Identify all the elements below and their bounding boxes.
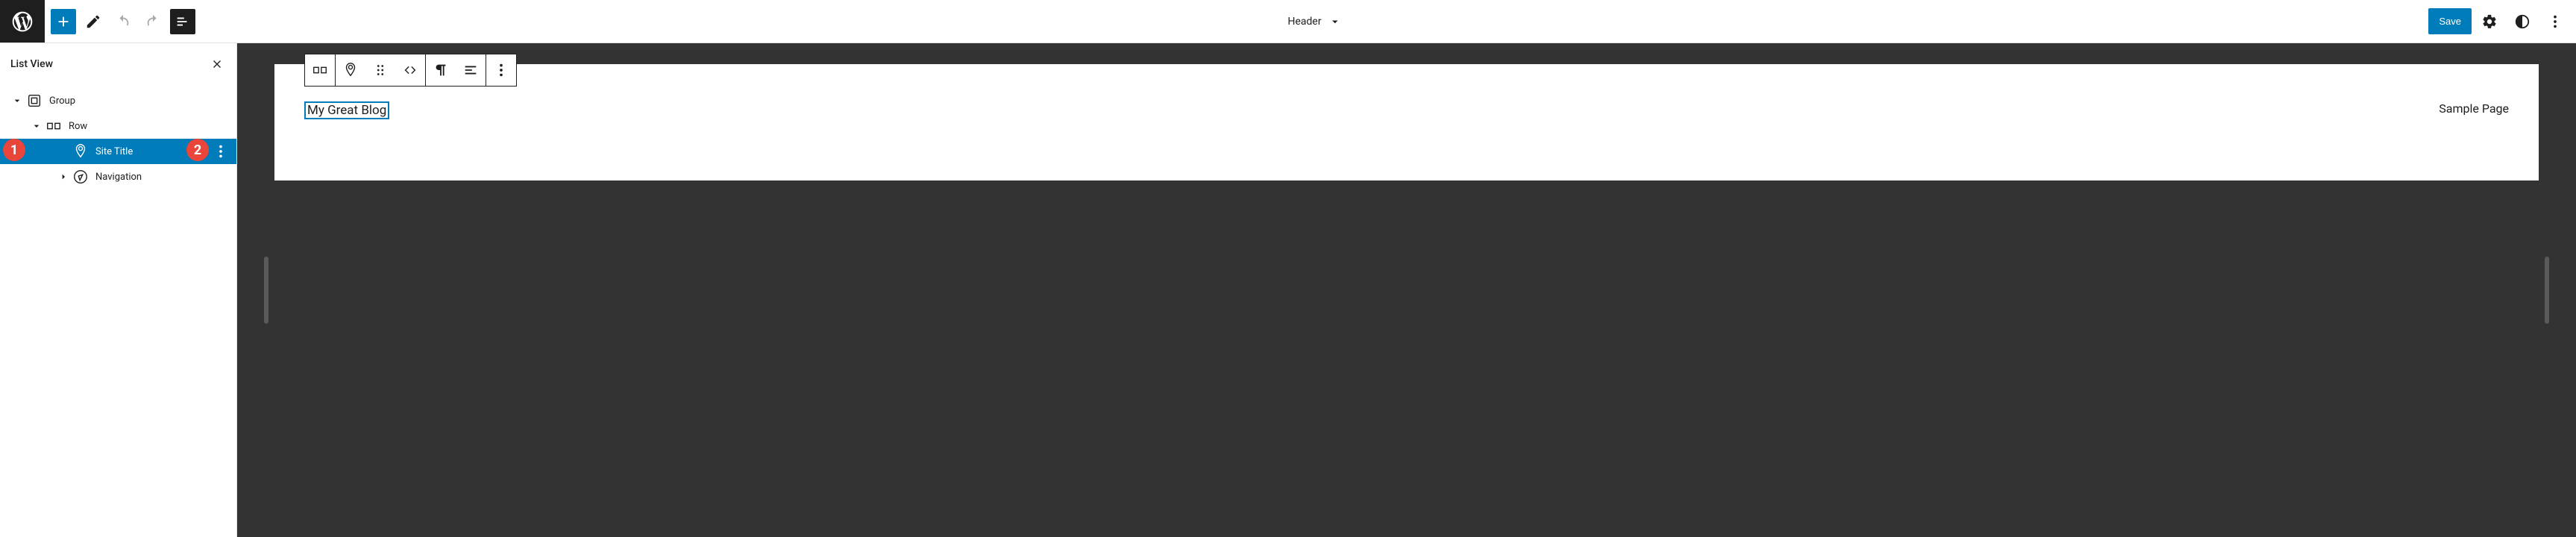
scrollbar-handle-left[interactable]: [264, 257, 268, 324]
annotation-badge-2: 2: [186, 139, 209, 161]
align-button[interactable]: [456, 54, 486, 86]
pilcrow-icon: [433, 62, 449, 78]
paragraph-button[interactable]: [426, 54, 456, 86]
close-icon: [210, 57, 224, 71]
kebab-icon: [2547, 13, 2563, 30]
styles-button[interactable]: [2507, 7, 2537, 37]
site-title-icon: [72, 142, 89, 160]
redo-button[interactable]: [140, 9, 166, 34]
edit-tool-button[interactable]: [81, 9, 106, 34]
settings-button[interactable]: [2475, 7, 2504, 37]
save-button[interactable]: Save: [2428, 8, 2472, 34]
redo-icon: [145, 13, 161, 30]
row-icon: [45, 117, 63, 135]
tree-item-label: Navigation: [95, 172, 232, 183]
navigation-link[interactable]: Sample Page: [2439, 101, 2509, 116]
chevron-down-icon: [1328, 14, 1342, 29]
list-view-header: List View: [0, 43, 236, 85]
scrollbar-handle-right[interactable]: [2545, 257, 2549, 324]
close-list-view-button[interactable]: [208, 55, 226, 73]
contrast-icon: [2514, 13, 2531, 30]
block-tree: 1 2 GroupRowSite TitleNavigation: [0, 85, 236, 192]
drag-icon: [372, 62, 389, 78]
editor-main: List View 1 2 GroupRowSite TitleNavigati…: [0, 43, 2576, 537]
wordpress-logo[interactable]: [0, 0, 45, 43]
list-view-icon: [175, 13, 191, 30]
more-options-button[interactable]: [2540, 7, 2570, 37]
tree-item-group[interactable]: Group: [0, 88, 236, 113]
plus-icon: [55, 13, 72, 30]
document-title: Header: [1288, 16, 1322, 28]
block-toolbar: [304, 54, 517, 87]
document-title-area[interactable]: Header: [201, 0, 2428, 43]
tree-toggle[interactable]: [9, 92, 25, 109]
kebab-icon: [493, 62, 509, 78]
tree-item-navigation[interactable]: Navigation: [0, 164, 236, 189]
wordpress-icon: [10, 10, 34, 34]
group-icon: [25, 92, 43, 110]
topbar-left-tools: [45, 0, 201, 43]
tree-toggle[interactable]: [28, 118, 45, 134]
list-view-panel: List View 1 2 GroupRowSite TitleNavigati…: [0, 43, 237, 537]
editor-topbar: Header Save: [0, 0, 2576, 43]
navigation-icon: [72, 168, 89, 186]
list-view-toggle-button[interactable]: [170, 9, 195, 34]
gear-icon: [2481, 13, 2498, 30]
add-block-button[interactable]: [51, 9, 76, 34]
topbar-right-tools: Save: [2428, 0, 2576, 43]
site-title-block[interactable]: My Great Blog: [304, 101, 389, 119]
header-template-page[interactable]: My Great Blog Sample Page: [274, 64, 2539, 180]
move-button[interactable]: [395, 54, 425, 86]
annotation-badge-1: 1: [3, 139, 25, 161]
chevrons-icon: [402, 62, 418, 78]
row-block-icon: [312, 62, 328, 78]
tree-item-label: Group: [49, 95, 232, 107]
list-view-title: List View: [10, 58, 53, 70]
drag-handle-button[interactable]: [365, 54, 395, 86]
select-parent-button[interactable]: [336, 54, 365, 86]
block-type-button[interactable]: [305, 54, 335, 86]
block-more-button[interactable]: [486, 54, 516, 86]
tree-item-label: Row: [69, 121, 232, 132]
pin-icon: [342, 62, 359, 78]
pencil-icon: [85, 13, 101, 30]
tree-toggle[interactable]: [55, 169, 72, 185]
tree-item-row[interactable]: Row: [0, 113, 236, 139]
undo-button[interactable]: [110, 9, 136, 34]
align-icon: [462, 62, 479, 78]
undo-icon: [115, 13, 131, 30]
editor-canvas[interactable]: My Great Blog Sample Page: [237, 43, 2576, 537]
tree-item-options-button[interactable]: [210, 140, 232, 163]
tree-toggle: [55, 143, 72, 160]
